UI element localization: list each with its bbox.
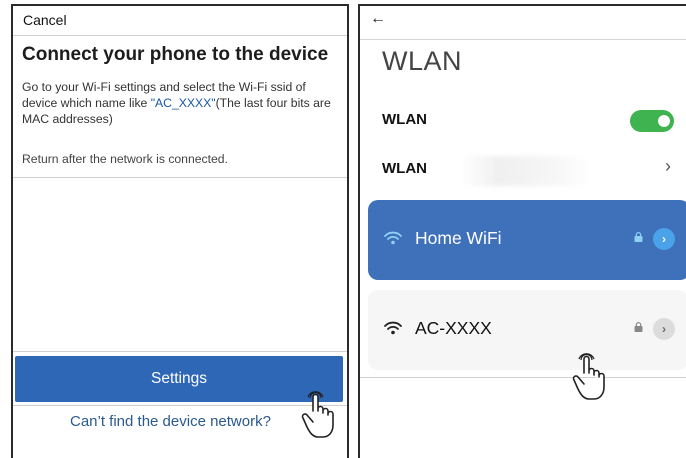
page-title: WLAN	[382, 46, 463, 76]
lock-icon	[634, 232, 643, 242]
network-details-icon[interactable]: ›	[653, 318, 675, 340]
network-item-ac-xxxx[interactable]: AC-XXXX ›	[368, 290, 686, 370]
instructions-text: Go to your Wi-Fi settings and select the…	[22, 79, 340, 127]
wifi-icon	[384, 321, 402, 335]
wlan-settings-screen: ← WLAN WLAN WLAN › Home WiFi › AC-XXXX ›	[358, 4, 686, 458]
pointing-hand-icon	[301, 391, 334, 438]
lock-icon	[634, 322, 643, 332]
chevron-right-icon[interactable]: ›	[665, 156, 671, 177]
network-name: AC-XXXX	[415, 318, 492, 338]
wifi-icon	[384, 231, 402, 245]
connect-device-screen: Cancel Connect your phone to the device …	[11, 4, 349, 458]
network-name: Home WiFi	[415, 228, 502, 248]
network-item-home-wifi[interactable]: Home WiFi ›	[368, 200, 686, 280]
list-divider	[360, 377, 686, 378]
wlan-toggle[interactable]	[630, 110, 674, 132]
toggle-knob	[658, 115, 670, 127]
blurred-content	[460, 156, 590, 186]
cant-find-network-link[interactable]: Can’t find the device network?	[70, 413, 271, 430]
ssid-example: "AC_XXXX"	[150, 96, 216, 110]
cancel-button[interactable]: Cancel	[23, 12, 67, 28]
arrow-left-icon[interactable]: ←	[370, 11, 386, 27]
footer-divider	[13, 405, 347, 406]
pointing-hand-icon	[572, 353, 605, 400]
header-divider	[360, 39, 686, 40]
page-title: Connect your phone to the device	[22, 44, 329, 65]
header-divider	[13, 35, 347, 36]
content-divider	[13, 177, 347, 178]
network-details-icon[interactable]: ›	[653, 228, 675, 250]
button-area-divider	[13, 351, 347, 352]
settings-button[interactable]: Settings	[15, 356, 343, 402]
return-note: Return after the network is connected.	[22, 152, 228, 166]
wlan-toggle-label: WLAN	[382, 111, 427, 128]
wlan-nav-label[interactable]: WLAN	[382, 160, 427, 177]
